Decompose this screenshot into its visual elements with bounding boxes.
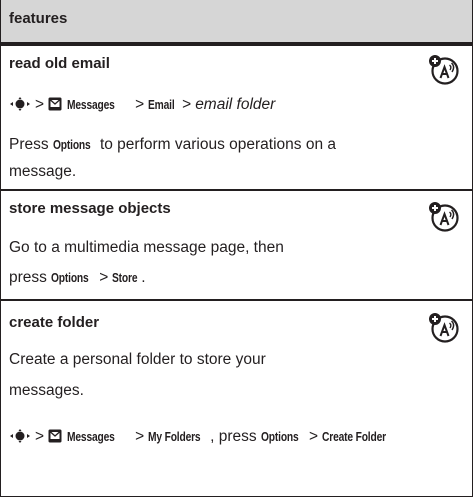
- path-separator: >: [35, 96, 45, 113]
- menu-create-folder: Create Folder: [322, 430, 386, 444]
- feature-title: store message objects: [9, 200, 171, 217]
- menu-my-folders: My Folders: [148, 430, 201, 444]
- feature-row-create-folder: create folder Create a personal folder t…: [1, 299, 472, 496]
- table-header-title: features: [9, 10, 68, 27]
- menu-messages: Messages: [67, 98, 115, 112]
- messages-icon: [48, 429, 62, 443]
- body-line-1: Go to a multimedia message page, then: [9, 239, 284, 256]
- menu-messages: Messages: [67, 430, 115, 444]
- menu-email: Email: [148, 98, 175, 112]
- network-feature-icon: [429, 313, 459, 343]
- network-feature-icon: [429, 202, 459, 232]
- feature-row-store-message-objects: store message objects Go to a multimedia…: [1, 189, 472, 299]
- softkey-options: Options: [51, 271, 89, 285]
- messages-icon: [48, 97, 62, 111]
- body-line-2: messages.: [9, 382, 84, 399]
- softkey-options: Options: [52, 138, 91, 152]
- feature-row-read-old-email: read old email > Messages > Email > email fo…: [1, 46, 472, 189]
- body-line-2: press Options > Store.: [9, 269, 146, 286]
- feature-table: features read old email > Messages > Email…: [0, 0, 473, 497]
- navigation-path: > Messages > My Folders, press Options > Cre…: [9, 428, 400, 446]
- body-line-1: Press Options to perform various operatio…: [9, 136, 337, 153]
- softkey-options: Options: [260, 430, 299, 444]
- email-folder-placeholder: email folder: [195, 96, 276, 113]
- feature-title: create folder: [9, 314, 100, 331]
- menu-store: Store: [112, 271, 138, 285]
- feature-title: read old email: [9, 55, 110, 72]
- table-header: features: [1, 0, 472, 46]
- nav-key-icon: [10, 97, 30, 111]
- network-feature-icon: [429, 55, 459, 85]
- body-line-1: Create a personal folder to store your: [9, 351, 266, 368]
- body-line-2: message.: [9, 163, 77, 180]
- nav-key-icon: [10, 429, 30, 443]
- navigation-path: > Messages > Email > email folder: [9, 96, 275, 114]
